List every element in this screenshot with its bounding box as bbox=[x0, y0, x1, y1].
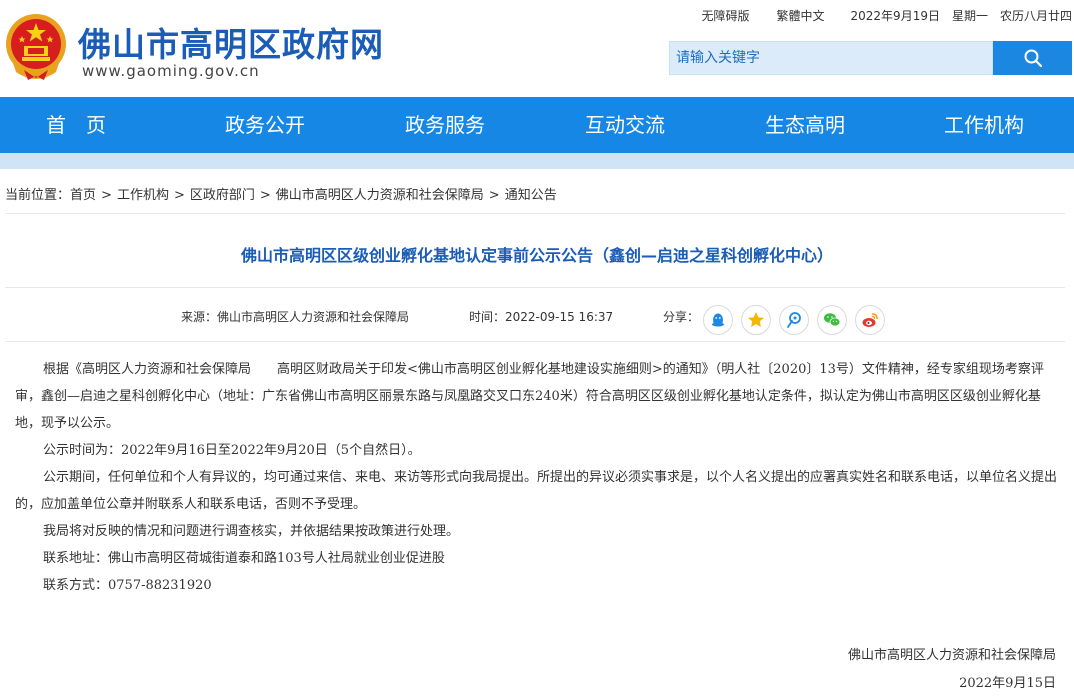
tencent-weibo-icon bbox=[787, 312, 801, 328]
share-label: 分享： bbox=[663, 310, 700, 324]
lunar-date: 农历八月廿四 bbox=[999, 9, 1072, 23]
breadcrumb-agencies[interactable]: 工作机构 bbox=[117, 188, 169, 203]
site-url: www.gaoming.gov.cn bbox=[82, 62, 260, 80]
share-wechat-button[interactable] bbox=[817, 305, 847, 335]
nav-item-eco-gaoming[interactable]: 生态高明 bbox=[765, 97, 845, 153]
divider bbox=[5, 341, 1065, 342]
breadcrumb-separator: > bbox=[173, 188, 185, 203]
current-weekday: 星期一 bbox=[951, 9, 988, 23]
nav-item-agencies[interactable]: 工作机构 bbox=[944, 97, 1024, 153]
divider bbox=[5, 213, 1065, 214]
article-source: 来源：佛山市高明区人力资源和社会保障局 bbox=[181, 310, 410, 324]
breadcrumb-home[interactable]: 首页 bbox=[70, 188, 96, 203]
share-tencent-weibo-button[interactable] bbox=[779, 305, 809, 335]
nav-item-home[interactable]: 首 页 bbox=[46, 97, 106, 153]
wechat-icon bbox=[824, 313, 841, 327]
traditional-chinese-link[interactable]: 繁體中文 bbox=[777, 7, 825, 24]
article-paragraph: 我局将对反映的情况和问题进行调查核实，并依据结果按政策进行处理。 bbox=[43, 524, 460, 539]
article-meta: 来源：佛山市高明区人力资源和社会保障局 时间：2022-09-15 16:37 … bbox=[0, 305, 1074, 335]
nav-item-interaction[interactable]: 互动交流 bbox=[585, 97, 665, 153]
share-qq-button[interactable] bbox=[703, 305, 733, 335]
breadcrumb-district-departments[interactable]: 区政府部门 bbox=[190, 188, 255, 203]
breadcrumb-separator: > bbox=[101, 188, 112, 203]
breadcrumb-hrss-bureau[interactable]: 佛山市高明区人力资源和社会保障局 bbox=[276, 188, 484, 203]
search-button[interactable] bbox=[993, 41, 1072, 75]
national-emblem-icon bbox=[6, 14, 66, 80]
nav-item-gov-affairs-open[interactable]: 政务公开 bbox=[225, 97, 305, 153]
search-icon bbox=[1024, 49, 1042, 68]
site-title[interactable]: 佛山市高明区政府网 bbox=[78, 18, 384, 66]
article-paragraph: 根据《高明区人力资源和社会保障局 高明区财政局关于印发<佛山市高明区创业孵化基地… bbox=[15, 362, 1044, 431]
main-nav: 首 页 政务公开 政务服务 互动交流 生态高明 工作机构 bbox=[0, 97, 1074, 153]
share-sina-weibo-button[interactable] bbox=[855, 305, 885, 335]
breadcrumb-separator: > bbox=[259, 188, 271, 203]
sina-weibo-icon bbox=[862, 313, 878, 327]
article-time: 时间：2022-09-15 16:37 bbox=[469, 310, 614, 324]
article-paragraph: 联系方式：0757-88231920 bbox=[43, 578, 212, 593]
article-sign-date: 2022年9月15日 bbox=[959, 676, 1056, 691]
top-links: 无障碍版 繁體中文 2022年9月19日 星期一 农历八月廿四 bbox=[674, 7, 1072, 24]
site-header: 佛山市高明区政府网 www.gaoming.gov.cn 无障碍版 繁體中文 2… bbox=[0, 0, 1074, 97]
qzone-star-icon bbox=[748, 312, 764, 327]
search-input[interactable] bbox=[670, 42, 992, 74]
search-box bbox=[669, 41, 993, 75]
article-body: 根据《高明区人力资源和社会保障局 高明区财政局关于印发<佛山市高明区创业孵化基地… bbox=[15, 356, 1059, 599]
article-paragraph: 公示时间为：2022年9月16日至2022年9月20日（5个自然日）。 bbox=[43, 443, 421, 458]
article-paragraph: 联系地址：佛山市高明区荷城街道泰和路103号人社局就业创业促进股 bbox=[43, 551, 445, 566]
nav-item-gov-services[interactable]: 政务服务 bbox=[405, 97, 485, 153]
breadcrumb: 当前位置：首页 > 工作机构 > 区政府部门 > 佛山市高明区人力资源和社会保障局 > 通知公告 bbox=[5, 184, 557, 203]
current-date: 2022年9月19日 bbox=[850, 9, 940, 23]
breadcrumb-notices[interactable]: 通知公告 bbox=[505, 188, 557, 203]
article-title: 佛山市高明区区级创业孵化基地认定事前公示公告（鑫创—启迪之星科创孵化中心） bbox=[240, 246, 833, 265]
article-paragraph: 公示期间，任何单位和个人有异议的，均可通过来信、来电、来访等形式向我局提出。所提… bbox=[15, 470, 1058, 512]
breadcrumb-prefix: 当前位置： bbox=[5, 188, 71, 203]
divider bbox=[5, 287, 1065, 288]
share-qzone-button[interactable] bbox=[741, 305, 771, 335]
nav-subbar bbox=[0, 153, 1074, 169]
article-signoff: 佛山市高明区人力资源和社会保障局 bbox=[847, 648, 1056, 663]
qq-icon bbox=[712, 313, 724, 327]
accessibility-link[interactable]: 无障碍版 bbox=[701, 7, 749, 24]
breadcrumb-separator: > bbox=[488, 188, 500, 203]
